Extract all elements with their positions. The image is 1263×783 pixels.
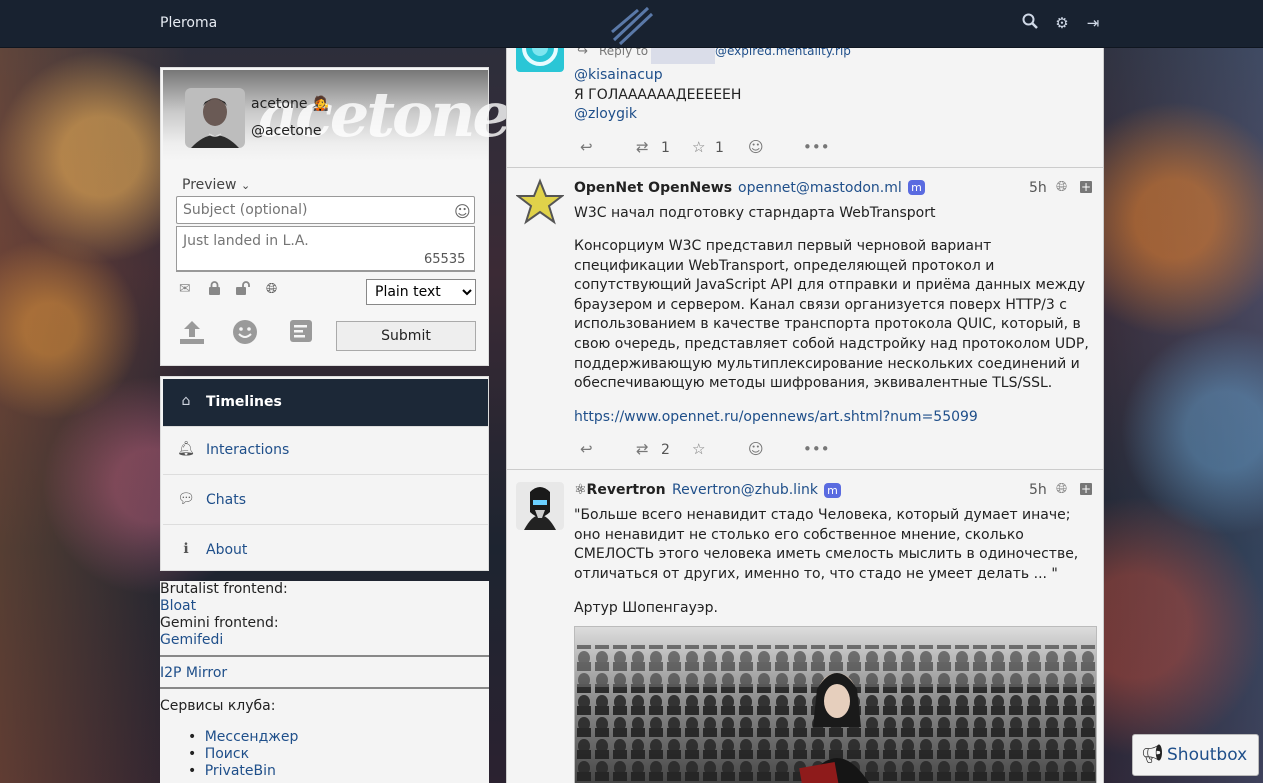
submit-button[interactable]: Submit: [336, 321, 476, 351]
envelope-icon[interactable]: ✉: [179, 281, 191, 297]
star-icon[interactable]: ☆: [692, 440, 705, 458]
site-title[interactable]: Pleroma: [160, 15, 217, 31]
globe-icon: 🌐︎: [1056, 179, 1068, 195]
logout-icon[interactable]: ⇥: [1083, 13, 1103, 33]
status-title: W3C начал подготовку старндарта WebTrans…: [574, 205, 936, 221]
unlock-icon[interactable]: [235, 281, 251, 299]
star-icon[interactable]: ☆: [692, 138, 705, 156]
nav-item-timelines[interactable]: ⌂ Timelines: [163, 379, 488, 427]
nav-item-chats[interactable]: 💬︎ Chats: [163, 477, 488, 525]
lock-icon[interactable]: [208, 281, 221, 299]
emoji-react-icon[interactable]: ☺: [748, 440, 764, 458]
status-post: ⚛Revertron Revertron@zhub.link m 5h 🌐︎ +…: [507, 470, 1103, 783]
gemifedi-link[interactable]: Gemifedi: [160, 632, 223, 648]
nav-item-interactions[interactable]: 🔔︎ Interactions: [163, 427, 488, 475]
preview-toggle[interactable]: Preview ⌄: [182, 177, 250, 193]
nav-item-label: Timelines: [206, 394, 282, 410]
post-time[interactable]: 5h: [1029, 482, 1047, 498]
avatar[interactable]: [516, 178, 564, 226]
status-content: @kisainacup Я ГОЛААААААДЕЕЕЕЕН @zloygik: [574, 66, 1094, 125]
home-icon: ⌂: [181, 393, 191, 409]
post-time[interactable]: 5h: [1029, 180, 1047, 196]
nav-item-about[interactable]: ℹ About: [163, 527, 488, 575]
instance-info-panel: Brutalist frontend: Bloat Gemini fronten…: [160, 581, 489, 783]
site-logo[interactable]: [608, 2, 658, 48]
divider: [160, 655, 489, 657]
upload-icon[interactable]: [178, 319, 206, 351]
club-services-label: Сервисы клуба:: [160, 698, 276, 714]
avatar[interactable]: [185, 88, 245, 148]
emoji-icon[interactable]: ☺: [454, 202, 471, 221]
bell-icon: 🔔︎: [177, 441, 195, 457]
shoutbox-button[interactable]: 📢︎ Shoutbox: [1132, 734, 1259, 776]
gear-icon[interactable]: ⚙: [1052, 13, 1072, 33]
quote-author: Артур Шопенгауэр.: [574, 600, 718, 616]
list-item: • Мессенджер: [188, 729, 299, 745]
article-link[interactable]: https://www.opennet.ru/opennews/art.shtm…: [574, 408, 1094, 428]
divider: [160, 687, 489, 689]
character-counter: 65535: [424, 252, 466, 267]
subject-input[interactable]: [176, 196, 475, 224]
globe-icon: 🌐︎: [1056, 481, 1068, 497]
search-link[interactable]: Поиск: [201, 746, 249, 762]
chevron-down-icon: ⌄: [240, 179, 251, 192]
top-bar: Pleroma ⚙ ⇥: [0, 0, 1263, 48]
user-panel: acetone acetone 🧑‍🎤 @acetone Preview ⌄ ☺…: [160, 67, 512, 366]
mastodon-icon: m: [908, 180, 925, 195]
i2p-mirror-link[interactable]: I2P Mirror: [160, 665, 227, 681]
info-circle-icon: ℹ: [183, 541, 189, 557]
brutalist-label: Brutalist frontend:: [160, 581, 288, 597]
privatebin-link[interactable]: PrivateBin: [201, 763, 276, 779]
mastodon-icon: m: [824, 483, 841, 498]
search-icon[interactable]: [1020, 13, 1040, 33]
format-select[interactable]: Plain text: [366, 279, 476, 305]
author-name[interactable]: OpenNet OpenNews: [574, 180, 732, 196]
bloat-link[interactable]: Bloat: [160, 598, 196, 614]
avatar[interactable]: [516, 482, 564, 530]
expand-icon[interactable]: +: [1080, 483, 1092, 495]
emoji-react-icon[interactable]: ☺: [748, 138, 764, 156]
navigation-panel: ⌂ Timelines 🔔︎ Interactions 💬︎ Chats ℹ A…: [160, 376, 489, 571]
emoji-picker-icon[interactable]: [232, 319, 258, 351]
bullhorn-icon: 📢︎: [1141, 744, 1164, 765]
retweet-icon[interactable]: ⇄: [636, 138, 649, 156]
favorite-count: 1: [715, 140, 724, 156]
status-post: OpenNet OpenNews opennet@mastodon.ml m 5…: [507, 168, 1103, 470]
attachment-image[interactable]: [574, 626, 1097, 783]
poll-icon[interactable]: [289, 319, 313, 349]
comments-icon: 💬︎: [177, 491, 195, 507]
list-item: • Поиск: [188, 746, 250, 762]
retweet-count: 1: [661, 140, 670, 156]
user-handle[interactable]: @acetone: [251, 123, 321, 139]
user-display-name[interactable]: acetone 🧑‍🎤: [251, 96, 329, 112]
nav-item-label: Chats: [206, 492, 247, 508]
expand-icon[interactable]: +: [1080, 181, 1092, 193]
more-icon[interactable]: •••: [803, 440, 830, 458]
more-icon[interactable]: •••: [803, 138, 830, 156]
timeline: ↪ Reply to @expired.mentality.rip @kisai…: [506, 0, 1104, 783]
status-text: "Больше всего ненавидит стадо Человека, …: [574, 507, 1079, 582]
mention-link[interactable]: @zloygik: [574, 106, 637, 122]
list-item: • PrivateBin: [188, 763, 276, 779]
status-text: Я ГОЛААААААДЕЕЕЕЕН: [574, 86, 742, 103]
messenger-link[interactable]: Мессенджер: [201, 729, 299, 745]
retweet-count: 2: [661, 442, 670, 458]
reply-icon[interactable]: ↩: [580, 440, 593, 458]
retweet-icon[interactable]: ⇄: [636, 440, 649, 458]
nav-item-label: About: [206, 542, 248, 558]
nav-item-label: Interactions: [206, 442, 290, 458]
reply-icon[interactable]: ↩: [580, 138, 593, 156]
shoutbox-label: Shoutbox: [1167, 745, 1248, 765]
preview-label: Preview: [182, 177, 237, 193]
mention-link[interactable]: @kisainacup: [574, 67, 663, 83]
author-name[interactable]: ⚛Revertron: [574, 482, 666, 498]
globe-icon[interactable]: 🌐︎: [266, 281, 277, 297]
gemini-label: Gemini frontend:: [160, 615, 279, 631]
author-handle[interactable]: Revertron@zhub.link: [672, 482, 818, 498]
author-handle[interactable]: opennet@mastodon.ml: [738, 180, 902, 196]
status-text: Консорциум W3C представил первый черново…: [574, 238, 1089, 392]
